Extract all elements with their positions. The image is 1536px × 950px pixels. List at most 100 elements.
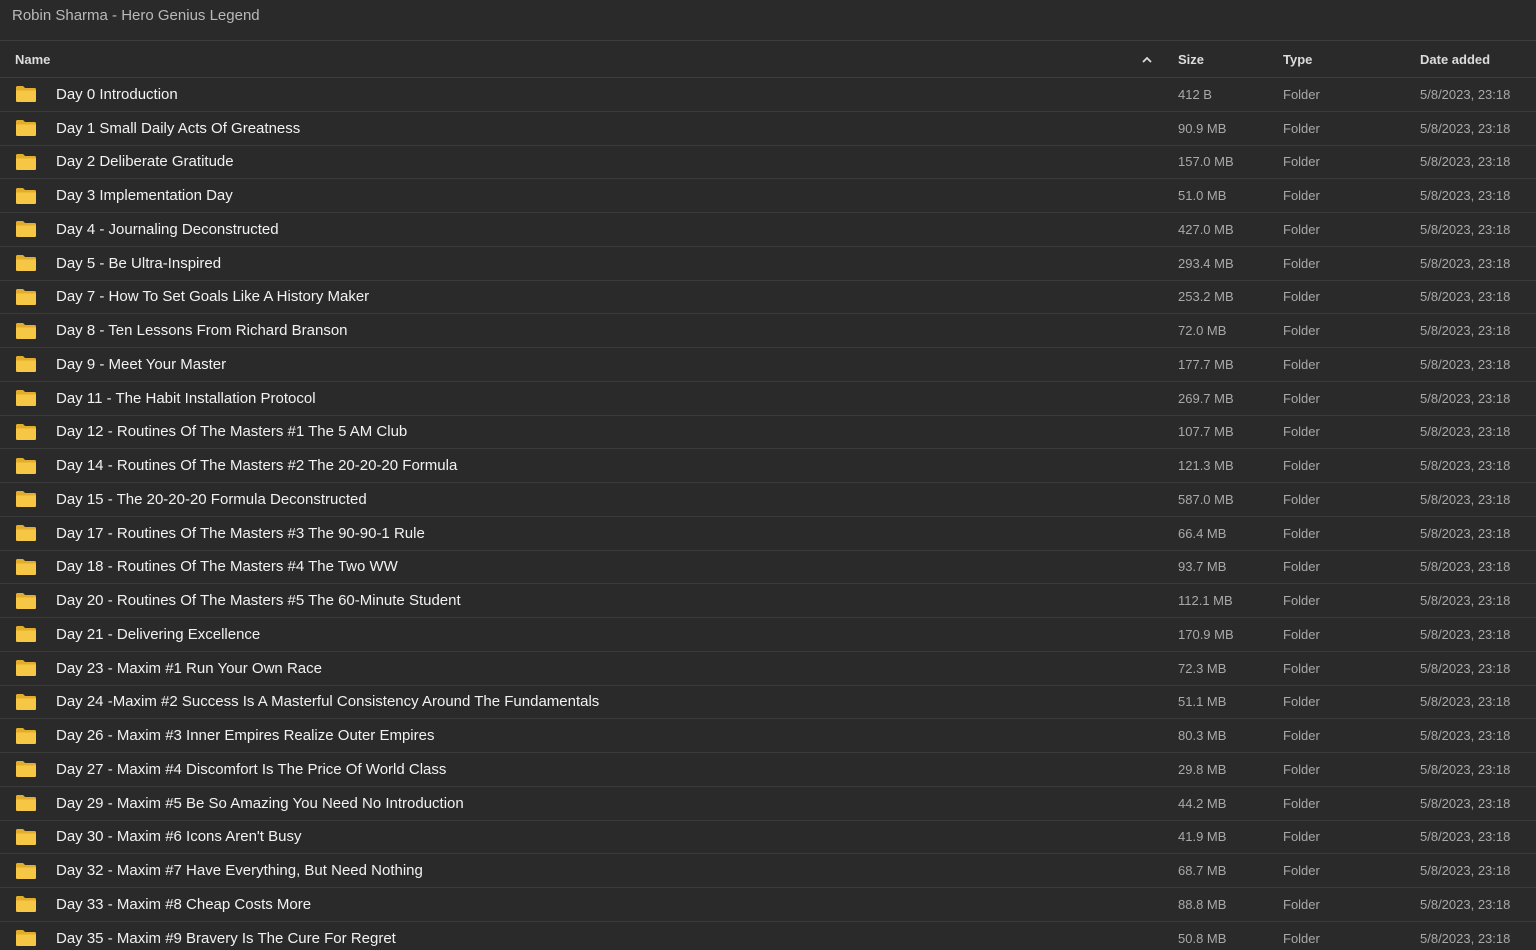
- row-date-added: 5/8/2023, 23:18: [1420, 761, 1511, 777]
- row-name: Day 9 - Meet Your Master: [56, 355, 227, 373]
- row-size: 157.0 MB: [1178, 154, 1234, 170]
- table-row[interactable]: Day 21 - Delivering Excellence 170.9 MB Fo…: [0, 618, 1536, 652]
- row-date-added: 5/8/2023, 23:18: [1420, 559, 1511, 575]
- file-browser: Robin Sharma - Hero Genius Legend Name S…: [0, 0, 1536, 950]
- column-header-name[interactable]: Name: [15, 41, 50, 77]
- table-row[interactable]: Day 1 Small Daily Acts Of Greatness 90.9 …: [0, 112, 1536, 146]
- folder-icon: [15, 760, 37, 778]
- row-type: Folder: [1283, 694, 1320, 710]
- row-size: 112.1 MB: [1178, 593, 1233, 609]
- folder-icon: [15, 389, 37, 407]
- row-name: Day 5 - Be Ultra-Inspired: [56, 254, 222, 272]
- row-type: Folder: [1283, 829, 1320, 845]
- window-title: Robin Sharma - Hero Genius Legend: [0, 0, 1536, 41]
- table-row[interactable]: Day 11 - The Habit Installation Protocol…: [0, 382, 1536, 416]
- folder-icon: [15, 794, 37, 812]
- file-list: Day 0 Introduction 412 B Folder 5/8/2023, 2…: [0, 78, 1536, 950]
- row-size: 90.9 MB: [1178, 120, 1227, 136]
- row-date-added: 5/8/2023, 23:18: [1420, 255, 1511, 271]
- folder-icon: [15, 524, 37, 542]
- table-row[interactable]: Day 30 - Maxim #6 Icons Aren't Busy 41.9 …: [0, 821, 1536, 855]
- row-name: Day 1 Small Daily Acts Of Greatness: [56, 119, 301, 137]
- table-row[interactable]: Day 3 Implementation Day 51.0 MB Folder 5/8…: [0, 179, 1536, 213]
- row-date-added: 5/8/2023, 23:18: [1420, 593, 1511, 609]
- folder-icon: [15, 220, 37, 238]
- row-name: Day 7 - How To Set Goals Like A History …: [56, 288, 370, 306]
- row-name: Day 33 - Maxim #8 Cheap Costs More: [56, 895, 312, 913]
- table-row[interactable]: Day 4 - Journaling Deconstructed 427.0 MB…: [0, 213, 1536, 247]
- table-row[interactable]: Day 7 - How To Set Goals Like A History …: [0, 281, 1536, 315]
- row-size: 269.7 MB: [1178, 390, 1234, 406]
- table-row[interactable]: Day 33 - Maxim #8 Cheap Costs More 88.8 M…: [0, 888, 1536, 922]
- folder-icon: [15, 693, 37, 711]
- folder-icon: [15, 322, 37, 340]
- row-size: 50.8 MB: [1178, 930, 1227, 946]
- row-name: Day 26 - Maxim #3 Inner Empires Realize …: [56, 727, 435, 745]
- table-row[interactable]: Day 12 - Routines Of The Masters #1 The …: [0, 416, 1536, 450]
- table-row[interactable]: Day 18 - Routines Of The Masters #4 The …: [0, 551, 1536, 585]
- table-row[interactable]: Day 20 - Routines Of The Masters #5 The …: [0, 584, 1536, 618]
- table-row[interactable]: Day 35 - Maxim #9 Bravery Is The Cure Fo…: [0, 922, 1536, 950]
- row-name: Day 11 - The Habit Installation Protocol: [56, 389, 316, 407]
- row-name: Day 35 - Maxim #9 Bravery Is The Cure Fo…: [56, 929, 396, 947]
- folder-icon: [15, 727, 37, 745]
- row-date-added: 5/8/2023, 23:18: [1420, 626, 1511, 642]
- table-row[interactable]: Day 14 - Routines Of The Masters #2 The …: [0, 449, 1536, 483]
- row-size: 80.3 MB: [1178, 728, 1227, 744]
- row-name: Day 24 -Maxim #2 Success Is A Masterful …: [56, 693, 600, 711]
- folder-icon: [15, 490, 37, 508]
- folder-icon: [15, 187, 37, 205]
- folder-icon: [15, 119, 37, 137]
- row-type: Folder: [1283, 221, 1320, 237]
- folder-icon: [15, 659, 37, 677]
- row-name: Day 29 - Maxim #5 Be So Amazing You Need…: [56, 794, 464, 812]
- row-type: Folder: [1283, 525, 1320, 541]
- folder-icon: [15, 85, 37, 103]
- row-size: 170.9 MB: [1178, 626, 1234, 642]
- row-size: 41.9 MB: [1178, 829, 1227, 845]
- folder-icon: [15, 828, 37, 846]
- row-type: Folder: [1283, 255, 1320, 271]
- row-name: Day 30 - Maxim #6 Icons Aren't Busy: [56, 828, 302, 846]
- row-name: Day 14 - Routines Of The Masters #2 The …: [56, 457, 458, 475]
- row-size: 51.1 MB: [1178, 694, 1227, 710]
- column-header-type[interactable]: Type: [1283, 41, 1312, 77]
- table-row[interactable]: Day 9 - Meet Your Master 177.7 MB Folder 5/…: [0, 348, 1536, 382]
- table-row[interactable]: Day 17 - Routines Of The Masters #3 The …: [0, 517, 1536, 551]
- table-row[interactable]: Day 23 - Maxim #1 Run Your Own Race 72.3 …: [0, 652, 1536, 686]
- table-row[interactable]: Day 8 - Ten Lessons From Richard Branson…: [0, 314, 1536, 348]
- table-row[interactable]: Day 24 -Maxim #2 Success Is A Masterful …: [0, 686, 1536, 720]
- table-row[interactable]: Day 0 Introduction 412 B Folder 5/8/2023, 2…: [0, 78, 1536, 112]
- table-row[interactable]: Day 27 - Maxim #4 Discomfort Is The Pric…: [0, 753, 1536, 787]
- row-size: 72.3 MB: [1178, 660, 1227, 676]
- row-type: Folder: [1283, 289, 1320, 305]
- table-row[interactable]: Day 29 - Maxim #5 Be So Amazing You Need…: [0, 787, 1536, 821]
- column-header-date-added[interactable]: Date added: [1420, 41, 1490, 77]
- row-date-added: 5/8/2023, 23:18: [1420, 289, 1511, 305]
- table-row[interactable]: Day 26 - Maxim #3 Inner Empires Realize …: [0, 719, 1536, 753]
- row-type: Folder: [1283, 626, 1320, 642]
- row-date-added: 5/8/2023, 23:18: [1420, 86, 1511, 102]
- table-row[interactable]: Day 5 - Be Ultra-Inspired 293.4 MB Folder 5…: [0, 247, 1536, 281]
- table-row[interactable]: Day 2 Deliberate Gratitude 157.0 MB Folder…: [0, 146, 1536, 180]
- row-type: Folder: [1283, 424, 1320, 440]
- row-type: Folder: [1283, 356, 1320, 372]
- row-type: Folder: [1283, 863, 1320, 879]
- row-size: 107.7 MB: [1178, 424, 1234, 440]
- row-name: Day 0 Introduction: [56, 85, 178, 103]
- row-type: Folder: [1283, 491, 1320, 507]
- row-type: Folder: [1283, 795, 1320, 811]
- table-row[interactable]: Day 15 - The 20-20-20 Formula Deconstruc…: [0, 483, 1536, 517]
- column-header-row: Name Size Type Date added: [0, 41, 1536, 78]
- row-name: Day 8 - Ten Lessons From Richard Branson: [56, 322, 348, 340]
- row-date-added: 5/8/2023, 23:18: [1420, 221, 1511, 237]
- chevron-up-icon[interactable]: [1140, 41, 1154, 77]
- column-header-size[interactable]: Size: [1178, 41, 1204, 77]
- row-type: Folder: [1283, 896, 1320, 912]
- folder-icon: [15, 457, 37, 475]
- table-row[interactable]: Day 32 - Maxim #7 Have Everything, But N…: [0, 854, 1536, 888]
- row-name: Day 2 Deliberate Gratitude: [56, 153, 234, 171]
- row-name: Day 18 - Routines Of The Masters #4 The …: [56, 558, 398, 576]
- row-date-added: 5/8/2023, 23:18: [1420, 356, 1511, 372]
- row-size: 427.0 MB: [1178, 221, 1234, 237]
